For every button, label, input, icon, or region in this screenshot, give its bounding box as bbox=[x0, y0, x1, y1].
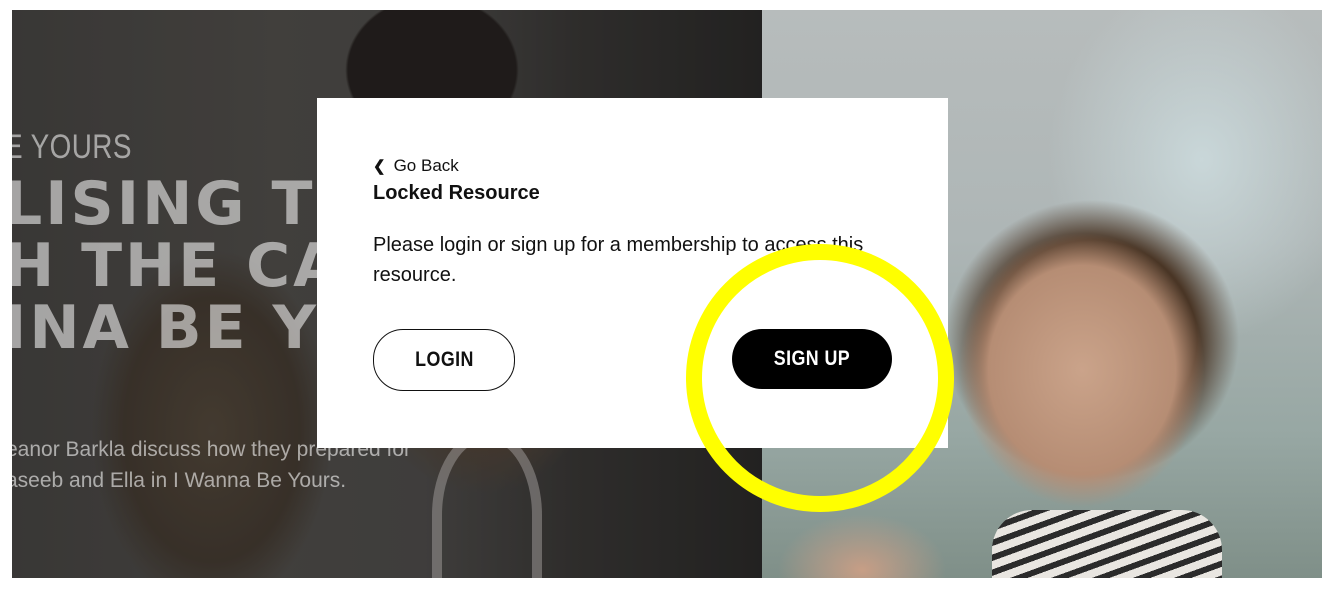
sign-up-button-label: SIGN UP bbox=[773, 347, 851, 370]
striped-shirt-shape bbox=[992, 510, 1222, 578]
go-back-label: Go Back bbox=[393, 156, 459, 175]
hero-heading-block: E YOURS LISING TH H THE CA INA BE Y bbox=[12, 128, 369, 359]
chevron-left-icon: ❮ bbox=[373, 157, 386, 175]
hero-headline-line: LISING TH bbox=[12, 169, 369, 239]
login-button-label: LOGIN bbox=[414, 348, 474, 371]
hero-subtext-line: aseeb and Ella in I Wanna Be Yours. bbox=[12, 469, 347, 492]
modal-message: Please login or sign up for a membership… bbox=[373, 234, 864, 286]
go-back-link[interactable]: ❮ Go Back bbox=[373, 156, 459, 176]
hero-eyebrow: E YOURS bbox=[12, 128, 132, 166]
hero-headline-line: H THE CA bbox=[12, 231, 343, 301]
hero-headline-line: INA BE Y bbox=[12, 293, 319, 363]
login-button[interactable]: LOGIN bbox=[373, 329, 515, 391]
modal-title: Locked Resource bbox=[373, 182, 540, 204]
locked-resource-modal: ❮ Go Back Locked Resource Please login o… bbox=[317, 98, 948, 448]
sign-up-button[interactable]: SIGN UP bbox=[732, 329, 892, 389]
